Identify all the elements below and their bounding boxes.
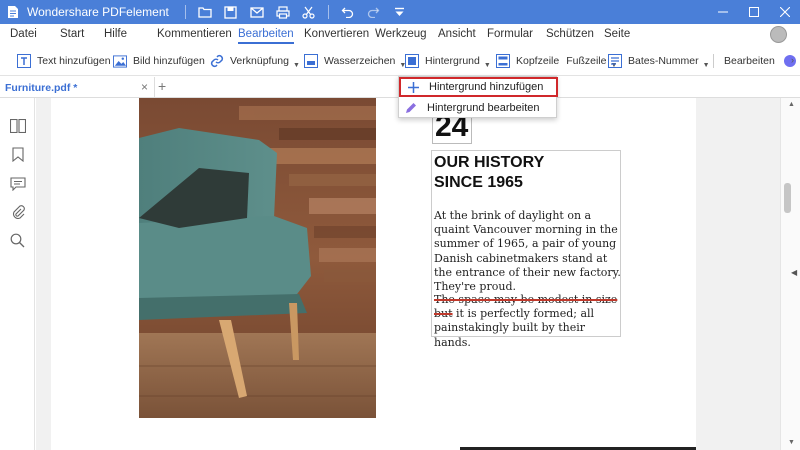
tab-document[interactable]: Furniture.pdf * × [0, 77, 155, 98]
bookmark-icon[interactable] [9, 146, 26, 163]
comment-icon[interactable] [9, 175, 26, 192]
title-bar: Wondershare PDFelement [0, 0, 800, 24]
undo-icon[interactable] [335, 0, 361, 24]
chevron-down-icon[interactable]: ▼ [484, 62, 491, 69]
avatar[interactable] [770, 26, 787, 43]
attachment-icon[interactable] [9, 203, 26, 220]
edit-mode-label: Bearbeiten [724, 55, 775, 67]
close-tab-icon[interactable]: × [141, 80, 148, 94]
menu-bar: Datei Start Hilfe Kommentieren Bearbeite… [0, 24, 800, 46]
link-label: Verknüpfung [230, 55, 289, 67]
history-paragraph-1: At the brink of daylight on a quaint Van… [434, 209, 621, 294]
edit-mode-button[interactable]: Bearbeiten [724, 52, 796, 70]
history-title-line1: OUR HISTORY [434, 154, 545, 171]
bates-number-icon [608, 54, 622, 68]
window-controls [707, 0, 800, 24]
scroll-up-icon[interactable]: ▲ [788, 101, 795, 108]
watermark-icon [304, 54, 318, 68]
print-icon[interactable] [270, 0, 296, 24]
menu-konvertieren[interactable]: Konvertieren [304, 28, 369, 40]
menu-formular[interactable]: Formular [487, 28, 533, 40]
customize-quick-access-icon[interactable] [387, 0, 413, 24]
menu-werkzeug[interactable]: Werkzeug [375, 28, 427, 40]
menu-kommentieren[interactable]: Kommentieren [157, 28, 232, 40]
furniture-photo [139, 98, 376, 418]
image-icon [113, 54, 127, 68]
pencil-icon [405, 102, 417, 114]
menu-datei[interactable]: Datei [10, 28, 37, 40]
maximize-icon[interactable] [738, 0, 769, 24]
thumbnails-icon[interactable] [9, 117, 26, 134]
new-tab-icon[interactable]: + [158, 78, 166, 94]
close-window-icon[interactable] [769, 0, 800, 24]
menu-ansicht[interactable]: Ansicht [438, 28, 476, 40]
text-add-button[interactable]: Text hinzufügen [17, 52, 111, 70]
chevron-down-icon[interactable]: ▼ [293, 62, 300, 69]
bates-number-label: Bates-Nummer [628, 55, 699, 67]
toolbar-divider [713, 54, 714, 68]
plus-icon [407, 81, 419, 93]
text-add-label: Text hinzufügen [37, 55, 111, 67]
bates-number-button[interactable]: Bates-Nummer ▼ [608, 52, 710, 70]
history-paragraph-2: The space may be modest in size but it i… [434, 293, 622, 350]
background-label: Hintergrund [425, 55, 480, 67]
scroll-down-icon[interactable]: ▼ [788, 439, 795, 446]
menu-bearbeiten[interactable]: Bearbeiten [238, 28, 294, 44]
watermark-button[interactable]: Wasserzeichen ▼ [304, 52, 406, 70]
background-icon [405, 54, 419, 68]
image-add-button[interactable]: Bild hinzufügen [113, 52, 205, 70]
app-title: Wondershare PDFelement [27, 5, 169, 19]
title-divider [327, 5, 329, 19]
menu-hilfe[interactable]: Hilfe [104, 28, 127, 40]
header-footer-icon [496, 54, 510, 68]
redo-icon[interactable] [361, 0, 387, 24]
toolbar-more-icon[interactable]: › [791, 55, 794, 65]
header-label: Kopfzeile [516, 55, 560, 67]
menu-start[interactable]: Start [60, 28, 84, 40]
search-icon[interactable] [9, 232, 26, 249]
open-folder-icon[interactable] [192, 0, 218, 24]
image-add-label: Bild hinzufügen [133, 55, 205, 67]
edit-background-label: Hintergrund bearbeiten [427, 102, 540, 114]
chevron-down-icon[interactable]: ▼ [703, 62, 710, 69]
app-logo-icon [5, 4, 21, 20]
footer-label: Fußzeile [566, 55, 607, 67]
title-divider [184, 5, 186, 19]
link-icon [210, 54, 224, 68]
email-icon[interactable] [244, 0, 270, 24]
edit-toolbar: Text hinzufügen Bild hinzufügen Verknüpf… [0, 46, 800, 76]
history-text-block[interactable]: OUR HISTORY SINCE 1965 At the brink of d… [431, 150, 621, 349]
add-background-label: Hintergrund hinzufügen [429, 81, 544, 93]
add-background-menu-item[interactable]: Hintergrund hinzufügen [399, 77, 558, 97]
history-title: OUR HISTORY SINCE 1965 [434, 153, 544, 193]
pdf-page: 24 OUR HISTORY SINCE 1965 At the brink o… [51, 98, 696, 450]
history-title-line2: SINCE 1965 [434, 174, 523, 191]
background-dropdown-menu: Hintergrund hinzufügen Hintergrund bearb… [398, 76, 558, 118]
edit-background-menu-item[interactable]: Hintergrund bearbeiten [399, 98, 558, 118]
background-button[interactable]: Hintergrund ▼ [405, 52, 491, 70]
save-icon[interactable] [218, 0, 244, 24]
menu-seite[interactable]: Seite [604, 28, 630, 40]
document-canvas: 24 OUR HISTORY SINCE 1965 At the brink o… [36, 98, 780, 450]
text-icon [17, 54, 31, 68]
scrollbar-thumb[interactable] [784, 183, 791, 213]
tab-document-label: Furniture.pdf * [5, 81, 78, 94]
left-sidebar [0, 98, 35, 450]
header-footer-button[interactable]: Kopfzeile Fußzeile ▼ [496, 52, 617, 70]
menu-schuetzen[interactable]: Schützen [546, 28, 594, 40]
watermark-label: Wasserzeichen [324, 55, 396, 67]
paragraph-2-rest: it is perfectly formed; all painstakingl… [434, 307, 595, 349]
expand-right-panel-icon[interactable]: ◀ [791, 268, 797, 277]
minimize-icon[interactable] [707, 0, 738, 24]
scissors-icon[interactable] [296, 0, 322, 24]
link-button[interactable]: Verknüpfung ▼ [210, 52, 300, 70]
